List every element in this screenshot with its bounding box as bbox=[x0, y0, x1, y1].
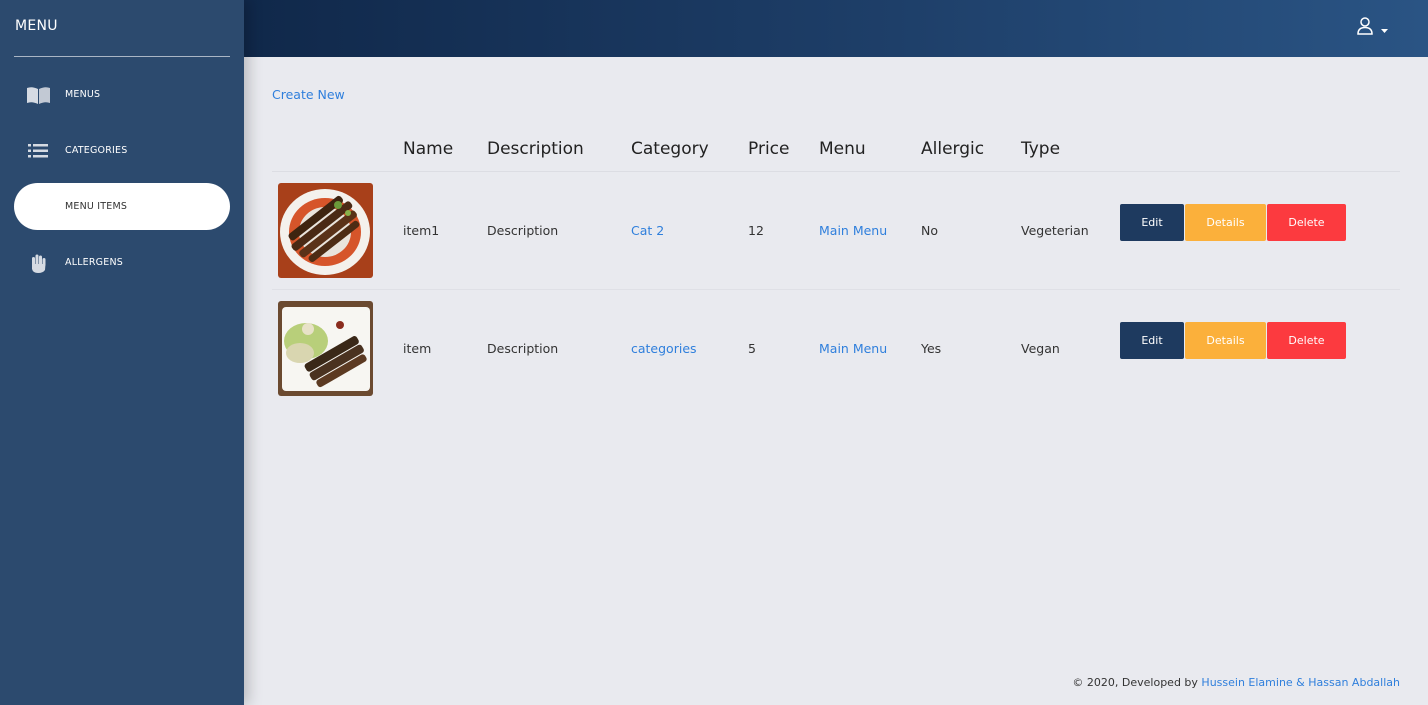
food-image bbox=[278, 300, 373, 396]
delete-button[interactable]: Delete bbox=[1267, 321, 1346, 359]
footer-authors-link[interactable]: Hussein Elamine & Hassan Abdallah bbox=[1201, 676, 1400, 689]
column-header-name: Name bbox=[403, 127, 487, 172]
item-description: Description bbox=[487, 171, 631, 290]
sidebar: MENU MENUS CATEGORIES MENU ITEMS ALLERGE… bbox=[0, 0, 244, 705]
main-content: Create New Name Description Category Pri… bbox=[244, 57, 1428, 705]
sidebar-item-label: CATEGORIES bbox=[65, 145, 128, 156]
item-name: item bbox=[403, 340, 432, 356]
sidebar-item-allergens[interactable]: ALLERGENS bbox=[14, 239, 230, 286]
item-menu-link[interactable]: Main Menu bbox=[819, 223, 887, 238]
create-new-link[interactable]: Create New bbox=[272, 87, 345, 102]
sidebar-brand: MENU bbox=[15, 18, 58, 34]
item-image-cell bbox=[272, 289, 403, 407]
menu-items-table: Name Description Category Price Menu All… bbox=[272, 127, 1400, 407]
sidebar-item-label: ALLERGENS bbox=[65, 257, 123, 268]
sidebar-item-menu-items[interactable]: MENU ITEMS bbox=[14, 183, 230, 230]
column-header-actions bbox=[1120, 127, 1400, 172]
caret-down-icon bbox=[1381, 19, 1388, 38]
hand-icon bbox=[26, 253, 51, 273]
item-category-link[interactable]: Cat 2 bbox=[631, 223, 664, 238]
table-header-row: Name Description Category Price Menu All… bbox=[272, 127, 1400, 172]
top-navbar bbox=[244, 0, 1428, 57]
delete-button[interactable]: Delete bbox=[1267, 203, 1346, 241]
list-icon bbox=[26, 141, 51, 161]
item-type: Vegan bbox=[1021, 340, 1060, 356]
item-image-cell bbox=[272, 171, 403, 290]
details-button[interactable]: Details bbox=[1185, 321, 1266, 359]
column-header-image bbox=[272, 127, 403, 172]
column-header-menu: Menu bbox=[819, 127, 921, 172]
sidebar-item-label: MENUS bbox=[65, 89, 101, 100]
details-button[interactable]: Details bbox=[1185, 203, 1266, 241]
footer: © 2020, Developed by Hussein Elamine & H… bbox=[1072, 676, 1400, 689]
item-price: 5 bbox=[748, 340, 756, 356]
column-header-allergic: Allergic bbox=[921, 127, 1021, 172]
column-header-type: Type bbox=[1021, 127, 1120, 172]
sidebar-item-categories[interactable]: CATEGORIES bbox=[14, 127, 230, 174]
edit-button[interactable]: Edit bbox=[1120, 321, 1184, 359]
table-row: item1 Description Cat 2 12 Main Menu No … bbox=[272, 171, 1400, 290]
user-icon bbox=[1357, 17, 1373, 39]
edit-button[interactable]: Edit bbox=[1120, 203, 1184, 241]
column-header-price: Price bbox=[748, 127, 819, 172]
table-row: item Description categories 5 Main Menu … bbox=[272, 289, 1400, 407]
item-category-link[interactable]: categories bbox=[631, 341, 697, 356]
row-actions: Edit Details Delete bbox=[1120, 289, 1400, 407]
sidebar-item-label: MENU ITEMS bbox=[65, 201, 128, 212]
item-type: Vegeterian bbox=[1021, 171, 1120, 290]
item-allergic: No bbox=[921, 171, 1021, 290]
sidebar-nav: MENUS CATEGORIES MENU ITEMS ALLERGENS bbox=[0, 71, 244, 286]
item-allergic: Yes bbox=[921, 340, 942, 356]
book-icon bbox=[26, 85, 51, 105]
item-price: 12 bbox=[748, 171, 819, 290]
column-header-category: Category bbox=[631, 127, 748, 172]
footer-copyright: © 2020, Developed by bbox=[1072, 676, 1198, 689]
item-menu-link[interactable]: Main Menu bbox=[819, 341, 887, 356]
food-image bbox=[278, 182, 373, 278]
sidebar-item-menus[interactable]: MENUS bbox=[14, 71, 230, 118]
user-menu-toggle[interactable] bbox=[1357, 17, 1388, 39]
item-description: Description bbox=[487, 340, 559, 356]
sidebar-divider bbox=[14, 56, 230, 57]
row-actions: Edit Details Delete bbox=[1120, 171, 1400, 290]
column-header-description: Description bbox=[487, 127, 631, 172]
item-name: item1 bbox=[403, 171, 487, 290]
